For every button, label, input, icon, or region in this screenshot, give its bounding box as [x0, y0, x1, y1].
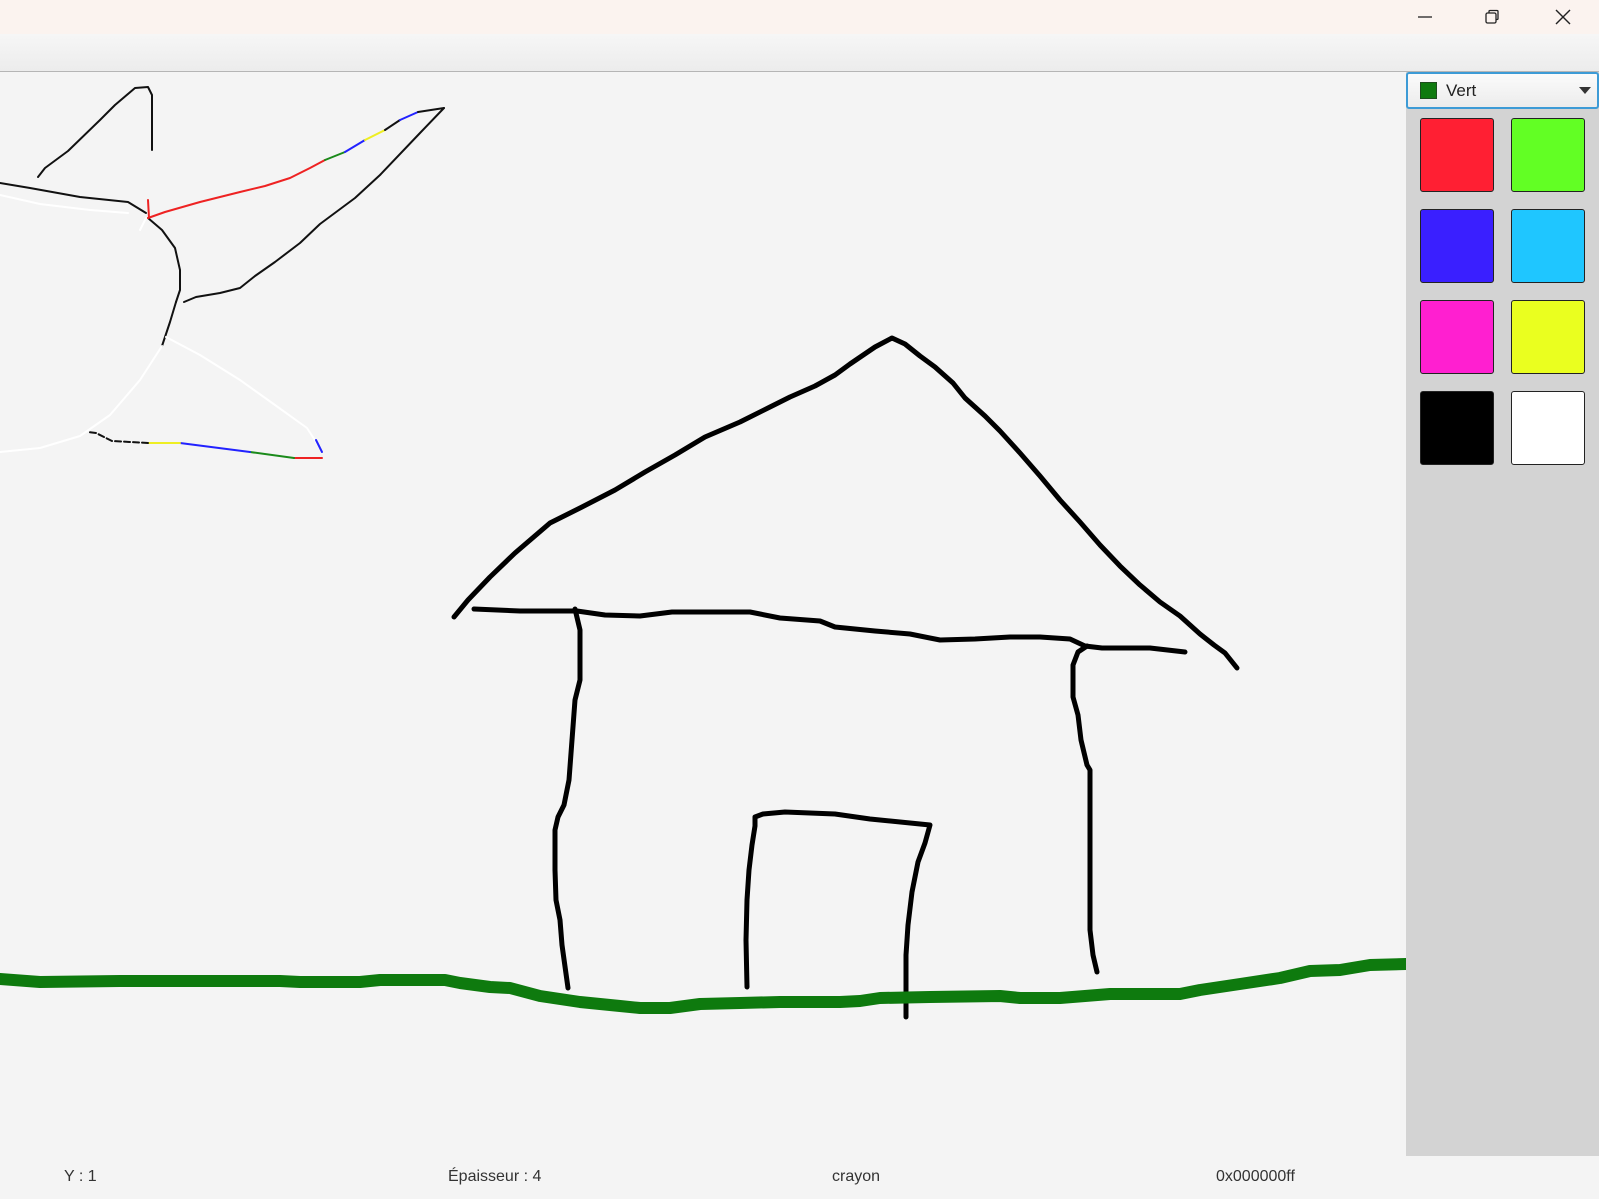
- selected-color-swatch: [1420, 82, 1437, 99]
- status-tool: crayon: [832, 1168, 881, 1185]
- swatch-magenta[interactable]: [1420, 300, 1494, 374]
- status-color-hex: 0x000000ff: [1216, 1168, 1295, 1185]
- minimize-button[interactable]: [1394, 0, 1456, 34]
- sun-doodle: [0, 86, 445, 459]
- swatch-black[interactable]: [1420, 391, 1494, 465]
- drawing-surface[interactable]: [0, 72, 1406, 1156]
- close-button[interactable]: [1532, 0, 1594, 34]
- swatch-blue[interactable]: [1420, 209, 1494, 283]
- drawing-canvas[interactable]: [0, 72, 1406, 1156]
- menu-bar: [0, 34, 1599, 72]
- ground-stroke: [0, 958, 1406, 1014]
- color-palette-panel: Vert: [1406, 72, 1599, 1156]
- selected-color-label: Vert: [1446, 80, 1477, 100]
- swatch-yellow[interactable]: [1511, 300, 1585, 374]
- status-thickness: Épaisseur : 4: [448, 1168, 542, 1185]
- status-bar: Y : 1 Épaisseur : 4 crayon 0x000000ff: [0, 1156, 1599, 1199]
- minimize-icon: [1418, 16, 1432, 18]
- color-select-dropdown[interactable]: Vert: [1406, 72, 1599, 109]
- swatch-cyan[interactable]: [1511, 209, 1585, 283]
- swatch-white[interactable]: [1511, 391, 1585, 465]
- restore-button[interactable]: [1461, 0, 1523, 34]
- house-drawing: [451, 335, 1240, 1020]
- restore-icon: [1485, 9, 1499, 24]
- title-bar: [0, 0, 1599, 34]
- swatch-green[interactable]: [1511, 118, 1585, 192]
- chevron-down-icon: [1579, 87, 1591, 94]
- close-icon: [1555, 9, 1571, 25]
- status-y-coordinate: Y : 1: [64, 1168, 97, 1185]
- swatch-red[interactable]: [1420, 118, 1494, 192]
